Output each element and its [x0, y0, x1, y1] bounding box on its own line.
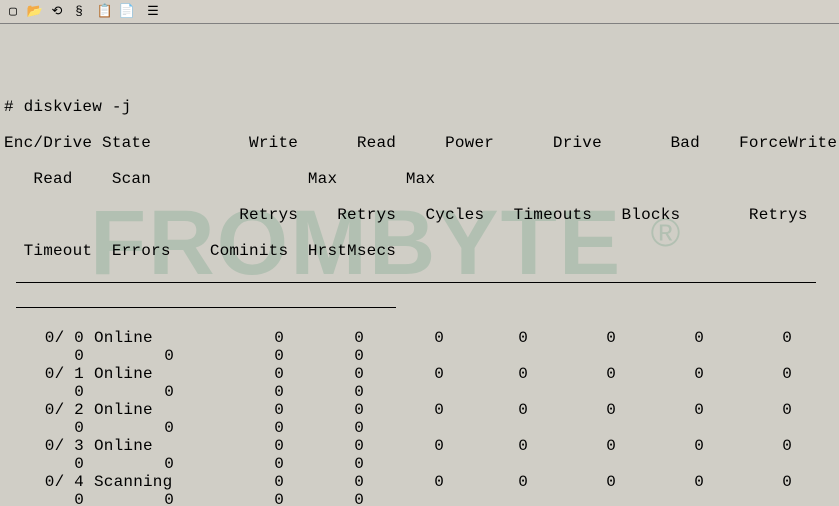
drive-timeouts: 0 — [444, 329, 528, 347]
read-retrys: 0 — [284, 401, 364, 419]
paste-icon[interactable]: 📄 — [116, 2, 138, 22]
table-row: 0/ 2Online0000000 — [4, 401, 835, 419]
bad-blocks: 0 — [528, 473, 616, 491]
table-subrow: 0000 — [4, 455, 835, 473]
bad-blocks: 0 — [528, 437, 616, 455]
scan-errors: 0 — [94, 383, 204, 401]
scan-errors: 0 — [94, 347, 204, 365]
divider-short — [16, 307, 396, 308]
terminal-output[interactable]: FROMBYTE® # diskview -j Enc/Drive State … — [0, 24, 839, 506]
read-retrys: 0 — [284, 365, 364, 383]
scan-errors: 0 — [94, 419, 204, 437]
forcewrite-retrys: 0 — [616, 437, 704, 455]
header-row-3: Retrys Retrys Cycles Timeouts Blocks Ret… — [4, 206, 835, 224]
state: Online — [94, 437, 204, 455]
read-timeout: 0 — [4, 455, 94, 473]
power-cycles: 0 — [364, 365, 444, 383]
power-cycles: 0 — [364, 401, 444, 419]
reset-fail: 0 — [704, 437, 792, 455]
scan-errors: 0 — [94, 491, 204, 506]
power-cycles: 0 — [364, 329, 444, 347]
table-row: 0/ 3Online0000000 — [4, 437, 835, 455]
reset-fail: 0 — [704, 329, 792, 347]
drive-timeouts: 0 — [444, 401, 528, 419]
enc-drive: 0/ 2 — [4, 401, 94, 419]
table-subrow: 0000 — [4, 347, 835, 365]
scan-errors: 0 — [94, 455, 204, 473]
write-retrys: 0 — [204, 473, 284, 491]
reset-fail: 0 — [704, 473, 792, 491]
cominits: 0 — [204, 419, 284, 437]
state: Online — [94, 365, 204, 383]
drive-timeouts: 0 — [444, 473, 528, 491]
cominits: 0 — [204, 455, 284, 473]
divider — [16, 282, 816, 283]
cominits: 0 — [204, 491, 284, 506]
read-retrys: 0 — [284, 329, 364, 347]
write-retrys: 0 — [204, 365, 284, 383]
cominits: 0 — [204, 383, 284, 401]
read-timeout: 0 — [4, 347, 94, 365]
reset-fail: 0 — [704, 401, 792, 419]
table-subrow: 0000 — [4, 491, 835, 506]
table-row: 0/ 1Online0000000 — [4, 365, 835, 383]
props-icon[interactable]: ☰ — [142, 2, 164, 22]
read-retrys: 0 — [284, 473, 364, 491]
power-cycles: 0 — [364, 437, 444, 455]
drive-timeouts: 0 — [444, 365, 528, 383]
command-line: # diskview -j — [4, 98, 835, 116]
write-retrys: 0 — [204, 437, 284, 455]
read-timeout: 0 — [4, 383, 94, 401]
hrstmsecs: 0 — [284, 347, 364, 365]
write-retrys: 0 — [204, 401, 284, 419]
toolbar: ▢ 📂 ⟲ § 📋 📄 ☰ — [0, 0, 839, 24]
hrstmsecs: 0 — [284, 491, 364, 506]
hrstmsecs: 0 — [284, 383, 364, 401]
data-rows: 0/ 0Online000000000000/ 1Online000000000… — [4, 329, 835, 506]
reset-fail: 0 — [704, 365, 792, 383]
table-row: 0/ 0Online0000000 — [4, 329, 835, 347]
state: Online — [94, 329, 204, 347]
table-subrow: 0000 — [4, 383, 835, 401]
bad-blocks: 0 — [528, 329, 616, 347]
open-icon[interactable]: 📂 — [24, 2, 46, 22]
cominits: 0 — [204, 347, 284, 365]
power-cycles: 0 — [364, 473, 444, 491]
new-icon[interactable]: ▢ — [2, 2, 24, 22]
read-retrys: 0 — [284, 437, 364, 455]
forcewrite-retrys: 0 — [616, 401, 704, 419]
bad-blocks: 0 — [528, 365, 616, 383]
read-timeout: 0 — [4, 491, 94, 506]
forcewrite-retrys: 0 — [616, 365, 704, 383]
copy-icon[interactable]: 📋 — [94, 2, 116, 22]
header-row-1: Enc/Drive State Write Read Power Drive B… — [4, 134, 835, 152]
forcewrite-retrys: 0 — [616, 329, 704, 347]
hrstmsecs: 0 — [284, 419, 364, 437]
drive-timeouts: 0 — [444, 437, 528, 455]
enc-drive: 0/ 3 — [4, 437, 94, 455]
write-retrys: 0 — [204, 329, 284, 347]
enc-drive: 0/ 1 — [4, 365, 94, 383]
enc-drive: 0/ 4 — [4, 473, 94, 491]
header-row-2: Read Scan Max Max — [4, 170, 835, 188]
bad-blocks: 0 — [528, 401, 616, 419]
link-icon[interactable]: ⟲ — [46, 2, 68, 22]
state: Online — [94, 401, 204, 419]
read-timeout: 0 — [4, 419, 94, 437]
forcewrite-retrys: 0 — [616, 473, 704, 491]
hrstmsecs: 0 — [284, 455, 364, 473]
enc-drive: 0/ 0 — [4, 329, 94, 347]
script-icon[interactable]: § — [68, 2, 90, 22]
table-subrow: 0000 — [4, 419, 835, 437]
state: Scanning — [94, 473, 204, 491]
header-row-4: Timeout Errors Cominits HrstMsecs — [4, 242, 835, 260]
table-row: 0/ 4Scanning0000000 — [4, 473, 835, 491]
